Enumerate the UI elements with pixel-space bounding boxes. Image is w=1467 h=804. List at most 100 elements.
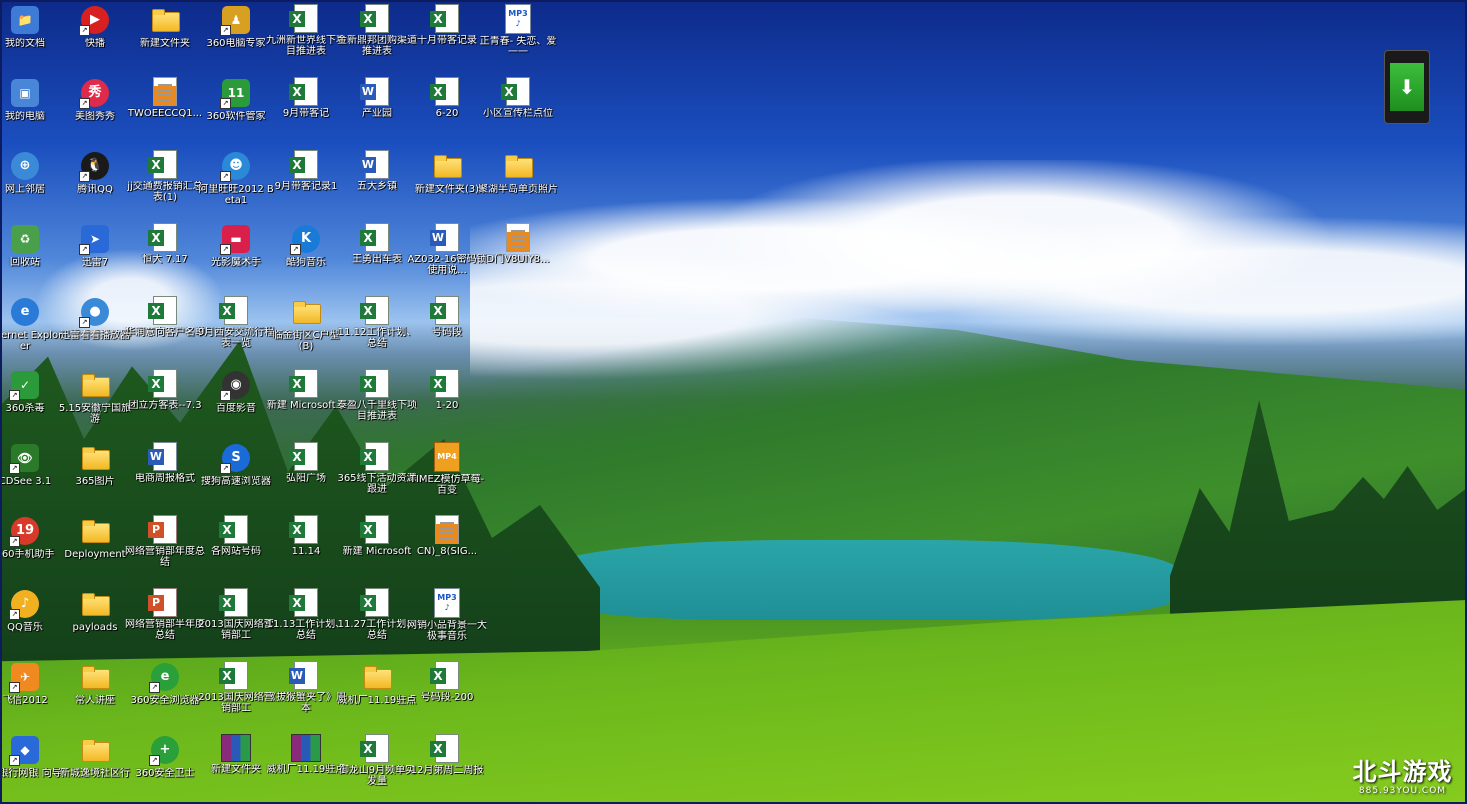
desktop-icon[interactable]: 金新鼎邦团购渠道推进表: [337, 2, 417, 75]
desktop-icon[interactable]: 12月第周二周报: [411, 732, 483, 804]
desktop-icon[interactable]: 威机厂11.19驻点: [267, 732, 345, 804]
desktop-icon[interactable]: ☻ ↗ 阿里旺旺2012 Beta1: [198, 148, 274, 221]
desktop-icon[interactable]: ♟ ↗ 360电脑专家: [201, 2, 271, 75]
desktop-icon[interactable]: CN)_8(SIG...: [412, 513, 482, 586]
desktop-icon[interactable]: AZ032-16密码锁使用说...: [407, 221, 487, 294]
excel-file-icon: [360, 734, 389, 763]
desktop-icon[interactable]: Deployment: [60, 513, 130, 586]
shortcut-arrow-icon: ↗: [220, 25, 231, 36]
desktop-icon-label: 号码段-200: [420, 692, 474, 703]
desktop-icon[interactable]: 五大乡镇: [342, 148, 412, 221]
excel-file-icon: [360, 4, 389, 33]
desktop-icon-label: 搜狗高速浏览器: [201, 476, 271, 487]
desktop-icon[interactable]: ▬ ↗ 光影魔术手: [201, 221, 271, 294]
folder-icon: [79, 588, 111, 620]
desktop-icon[interactable]: ♻ 回收站: [0, 221, 60, 294]
desktop-icon[interactable]: 弘阳广场: [271, 440, 341, 513]
desktop-icon[interactable]: 11.27工作计划、总结: [338, 586, 416, 659]
desktop-icon[interactable]: 🐧 ↗ 腾讯QQ: [60, 148, 130, 221]
desktop-icon-label: 网销小品背景一大极事音乐: [407, 620, 487, 642]
desktop-icon[interactable]: 新建文件夹: [201, 732, 271, 804]
desktop-icon[interactable]: 11.12工作计划、总结: [338, 294, 416, 367]
desktop-icon[interactable]: 华润意向客户名单: [125, 294, 205, 367]
desktop-icon[interactable]: 5.15安徽宁国旅游: [59, 367, 131, 440]
desktop-icon[interactable]: ⊕ 网上邻居: [0, 148, 60, 221]
desktop-icon[interactable]: 9月带客记录1: [271, 148, 341, 221]
desktop-icon[interactable]: 1-20: [412, 367, 482, 440]
desktop-icon[interactable]: 11 ↗ 360软件管家: [201, 75, 271, 148]
desktop-icon[interactable]: 各网站号码: [201, 513, 271, 586]
desktop-icon[interactable]: 11.14: [271, 513, 341, 586]
acdsee-icon: 👁 ↗: [9, 442, 41, 474]
desktop-icon[interactable]: 恒大 7.17: [130, 221, 200, 294]
desktop-icon[interactable]: 11.13工作计划、总结: [267, 586, 345, 659]
desktop[interactable]: 📁我的文档▣我的电脑⊕网上邻居♻回收站eInternet Explorer✓↗3…: [0, 0, 1467, 804]
desktop-icon[interactable]: MP4 TIMEZ模仿草莓-百变: [410, 440, 484, 513]
desktop-icon[interactable]: 网络营销部半年度总结: [125, 586, 205, 659]
desktop-icon[interactable]: 威机厂11.19驻点: [338, 659, 416, 732]
download-widget[interactable]: ⬇: [1384, 50, 1430, 124]
desktop-icon[interactable]: 👁 ↗ CDSee 3.1: [0, 440, 60, 513]
desktop-icon[interactable]: 新建文件夹(3): [412, 148, 482, 221]
desktop-icon[interactable]: payloads: [60, 586, 130, 659]
desktop-icon[interactable]: ◆↗通银行网银 向导: [0, 732, 62, 804]
desktop-icon[interactable]: ✓ ↗ 360杀毒: [0, 367, 60, 440]
desktop-icon[interactable]: 📁 我的文档: [0, 2, 60, 75]
desktop-icon[interactable]: 2013国庆网络营销部工: [198, 659, 274, 732]
desktop-icon[interactable]: 2013国庆网络营销部工: [198, 586, 274, 659]
desktop-icon[interactable]: ● ↗ 迅雷看看播放器: [60, 294, 130, 367]
desktop-icon[interactable]: 十月带客记录: [412, 2, 482, 75]
desktop-icon[interactable]: 365线下活动资源跟进: [337, 440, 417, 513]
desktop-icon-label: jj交通费报销汇总表(1): [127, 181, 203, 203]
desktop-icon[interactable]: 新建 Microsoft: [342, 513, 412, 586]
desktop-icon[interactable]: 聚湖半岛单页照片: [478, 148, 558, 221]
desktop-icon[interactable]: eInternet Explorer: [0, 294, 62, 367]
desktop-icon[interactable]: jj交通费报销汇总表(1): [127, 148, 203, 221]
image-file-icon: [435, 515, 459, 544]
desktop-icon[interactable]: 网络营销部年度总结: [125, 513, 205, 586]
desktop-icon-label: 新建 Microsoft: [342, 546, 412, 557]
desktop-icon-label: 恒大 7.17: [142, 254, 188, 265]
desktop-icon[interactable]: 常人讲座: [60, 659, 130, 732]
desktop-icon[interactable]: e ↗ 360安全浏览器: [130, 659, 200, 732]
desktop-icon[interactable]: 电商周报格式: [130, 440, 200, 513]
desktop-icon[interactable]: 19 ↗ 360手机助手: [0, 513, 60, 586]
desktop-icon[interactable]: 新建 Microsoft...: [267, 367, 345, 440]
desktop-icon[interactable]: 小区宣传栏点位: [483, 75, 553, 148]
desktop-icon[interactable]: K ↗ 酷狗音乐: [271, 221, 341, 294]
desktop-icon[interactable]: 9月西安交流行程表一览: [198, 294, 274, 367]
shortcut-arrow-icon: ↗: [79, 171, 90, 182]
desktop-icon-label: 2013国庆网络营销部工: [198, 692, 274, 714]
desktop-icon[interactable]: MP3 ♪ 网销小品背景一大极事音乐: [407, 586, 487, 659]
desktop-icon-label: 365线下活动资源跟进: [337, 473, 417, 495]
desktop-icon[interactable]: 秀 ↗ 美图秀秀: [60, 75, 130, 148]
desktop-icon[interactable]: MP3 ♪ 正青春- 失恋、爱一一: [480, 2, 556, 75]
desktop-icon[interactable]: 九洲新世界线下项目推进表: [266, 2, 346, 75]
desktop-icon[interactable]: 365图片: [60, 440, 130, 513]
desktop-icon[interactable]: ▶ ↗ 快播: [60, 2, 130, 75]
desktop-icon[interactable]: ◉ ↗ 百度影音: [201, 367, 271, 440]
desktop-icon[interactable]: ➤ ↗ 迅雷7: [60, 221, 130, 294]
desktop-icon[interactable]: 临金街区C户型(B): [271, 294, 341, 367]
desktop-icon[interactable]: 9月带客记: [271, 75, 341, 148]
desktop-icon[interactable]: D门V8UIY8...: [483, 221, 553, 294]
desktop-icon[interactable]: 号码段: [412, 294, 482, 367]
desktop-icon[interactable]: ✈ ↗ 飞信2012: [0, 659, 60, 732]
desktop-icon[interactable]: 泰盈八千里线下项目推进表: [337, 367, 417, 440]
desktop-icon[interactable]: 王勇出车表: [342, 221, 412, 294]
desktop-icon-label: 1-20: [435, 400, 459, 411]
desktop-icon[interactable]: 《拔猴蟹夹了》周本: [266, 659, 346, 732]
desktop-icon[interactable]: 6-20: [412, 75, 482, 148]
desktop-icon[interactable]: 新城逸境社区行: [60, 732, 130, 804]
desktop-icon[interactable]: ♪ ↗ QQ音乐: [0, 586, 60, 659]
desktop-icon[interactable]: + ↗ 360安全卫士: [130, 732, 200, 804]
folder-icon: [290, 296, 322, 328]
desktop-icon[interactable]: 新建文件夹: [130, 2, 200, 75]
desktop-icon[interactable]: 号码段-200: [412, 659, 482, 732]
desktop-icon[interactable]: TWOEECCQ1...: [128, 75, 202, 148]
desktop-icon[interactable]: 产业园: [342, 75, 412, 148]
desktop-icon[interactable]: 御龙山9月频单实发量: [339, 732, 415, 804]
desktop-icon[interactable]: S ↗ 搜狗高速浏览器: [201, 440, 271, 513]
desktop-icon[interactable]: ▣ 我的电脑: [0, 75, 60, 148]
desktop-icon[interactable]: 团立方客表--7.3: [128, 367, 202, 440]
